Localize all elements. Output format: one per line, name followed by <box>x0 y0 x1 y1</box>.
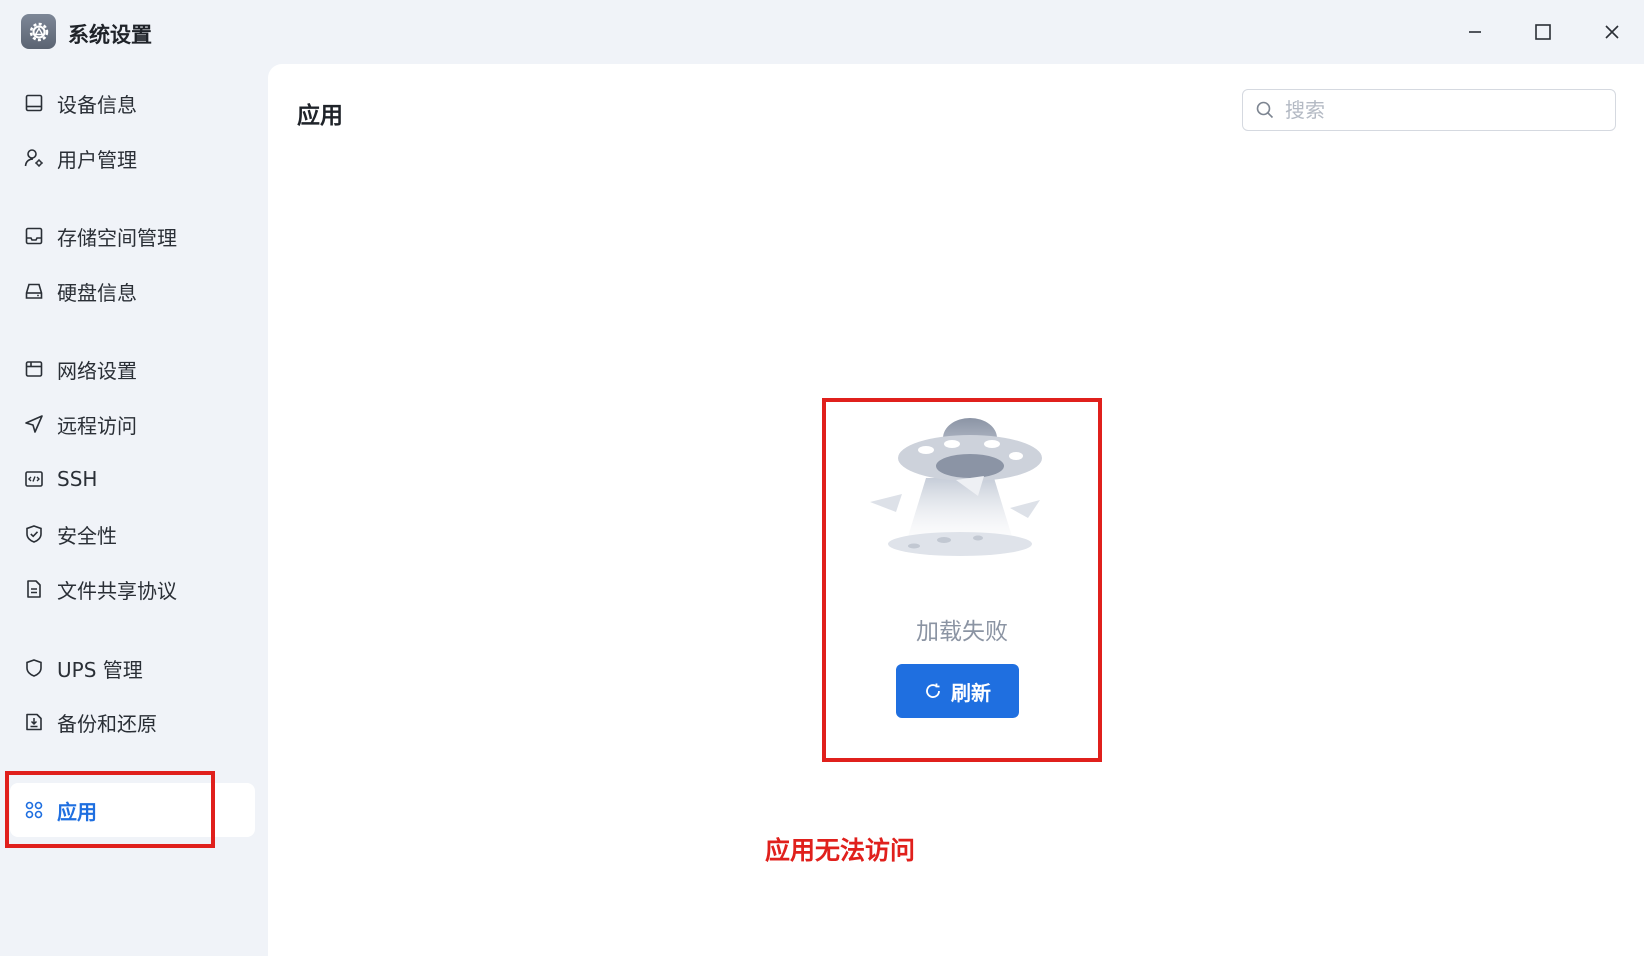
document-icon <box>23 578 45 600</box>
search-input[interactable] <box>1285 98 1595 122</box>
sidebar-item-label: 文件共享协议 <box>57 578 177 603</box>
maximize-icon <box>1535 24 1551 40</box>
page-title: 应用 <box>297 103 343 129</box>
refresh-label: 刷新 <box>951 680 991 705</box>
sidebar-item-label: 设备信息 <box>57 92 137 117</box>
maximize-button[interactable] <box>1527 16 1559 48</box>
settings-window: 系统设置 设备信息 用户管理 存储空间管理 硬盘信息 网络设置 远程访问 SSH… <box>0 0 1644 956</box>
ufo-illustration <box>870 418 1042 556</box>
sidebar-item-label: 网络设置 <box>57 358 137 383</box>
gear-icon <box>21 14 56 49</box>
storage-icon <box>23 225 45 247</box>
sidebar-item-device-info[interactable]: 设备信息 <box>10 78 255 128</box>
sidebar-item-label: 备份和还原 <box>57 711 157 736</box>
sidebar-item-file-sharing[interactable]: 文件共享协议 <box>10 564 255 614</box>
annotation-text: 应用无法访问 <box>765 836 916 865</box>
sidebar-item-user-management[interactable]: 用户管理 <box>10 133 255 183</box>
device-icon <box>23 92 45 114</box>
minimize-icon <box>1469 31 1481 33</box>
error-message: 加载失败 <box>916 619 1008 645</box>
code-icon <box>23 468 45 490</box>
shield-check-icon <box>23 523 45 545</box>
window-title: 系统设置 <box>68 23 152 47</box>
close-button[interactable] <box>1596 16 1628 48</box>
main-panel: 应用 搜索 加载失败 刷新 应用无法访问 <box>268 64 1644 956</box>
sidebar-item-storage[interactable]: 存储空间管理 <box>10 211 255 261</box>
shield-icon <box>23 657 45 679</box>
refresh-button[interactable]: 刷新 <box>896 664 1019 718</box>
sidebar-item-disk-info[interactable]: 硬盘信息 <box>10 266 255 316</box>
search-box[interactable] <box>1242 89 1616 131</box>
backup-icon <box>23 711 45 733</box>
send-icon <box>23 413 45 435</box>
close-icon <box>1605 25 1619 39</box>
sidebar-item-label: UPS 管理 <box>57 657 143 682</box>
sidebar-item-security[interactable]: 安全性 <box>10 509 255 559</box>
search-icon <box>1256 101 1274 119</box>
sidebar-item-remote-access[interactable]: 远程访问 <box>10 399 255 449</box>
harddisk-icon <box>23 280 45 302</box>
sidebar-item-ssh[interactable]: SSH <box>10 454 255 504</box>
minimize-button[interactable] <box>1459 16 1491 48</box>
error-highlight-box: 加载失败 刷新 <box>822 398 1102 762</box>
sidebar-item-backup-restore[interactable]: 备份和还原 <box>10 697 255 747</box>
sidebar-item-label: 存储空间管理 <box>57 225 177 250</box>
sidebar-item-label: 用户管理 <box>57 147 137 172</box>
sidebar-highlight-box <box>5 771 215 848</box>
sidebar-item-label: 远程访问 <box>57 413 137 438</box>
user-settings-icon <box>23 147 45 169</box>
network-icon <box>23 358 45 380</box>
sidebar-item-label: 安全性 <box>57 523 117 548</box>
sidebar-item-ups[interactable]: UPS 管理 <box>10 643 255 693</box>
sidebar-item-network[interactable]: 网络设置 <box>10 344 255 394</box>
refresh-icon <box>926 683 940 698</box>
title-bar: 系统设置 <box>0 0 1644 64</box>
sidebar-item-label: 硬盘信息 <box>57 280 137 305</box>
sidebar-item-label: SSH <box>57 467 98 491</box>
